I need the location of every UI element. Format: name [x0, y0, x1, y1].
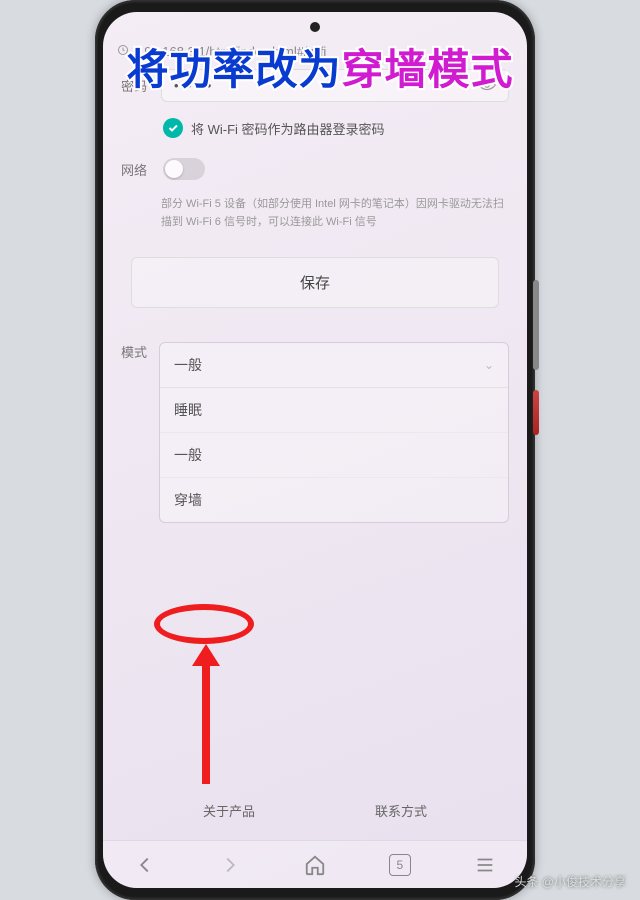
network-toggle[interactable] — [163, 158, 205, 180]
annotation-circle — [154, 604, 254, 644]
save-button[interactable]: 保存 — [131, 257, 499, 308]
chevron-down-icon: ⌄ — [484, 358, 494, 372]
tab-count-badge: 5 — [389, 854, 411, 876]
use-as-login-password-row[interactable]: 将 Wi-Fi 密码作为路由器登录密码 — [113, 108, 517, 148]
watermark: 头条 @小俊技术分享 — [514, 873, 626, 890]
contact-link[interactable]: 联系方式 — [375, 801, 427, 820]
power-button — [533, 390, 539, 435]
mode-selected-label: 一般 — [174, 355, 202, 375]
forward-button[interactable] — [219, 854, 241, 876]
phone-frame: 192.168.3.1/html/index.html#/wifi 密码 •••… — [95, 0, 535, 900]
network-label: 网络 — [121, 160, 151, 179]
power-mode-row: 模式 一般 ⌄ 睡眠 一般 穿墙 — [113, 338, 517, 527]
checkbox-label: 将 Wi-Fi 密码作为路由器登录密码 — [191, 119, 385, 138]
menu-button[interactable] — [474, 854, 496, 876]
tabs-button[interactable]: 5 — [389, 854, 411, 876]
save-button-label: 保存 — [300, 275, 330, 292]
page-content: 密码 •••••• 将 Wi-Fi 密码作为路由器登录密码 网络 部分 Wi- — [103, 63, 527, 888]
mode-option-normal[interactable]: 一般 — [160, 433, 508, 478]
annotation-arrow — [198, 644, 214, 784]
camera-notch — [310, 22, 320, 32]
mode-option-sleep[interactable]: 睡眠 — [160, 388, 508, 433]
mode-selected[interactable]: 一般 ⌄ — [160, 343, 508, 388]
overlay-title-part2: 穿墙模式 — [342, 46, 514, 93]
back-button[interactable] — [134, 854, 156, 876]
footer-links: 关于产品 联系方式 — [103, 789, 527, 832]
home-button[interactable] — [304, 854, 326, 876]
mode-label: 模式 — [121, 342, 151, 361]
wifi5-info-text: 部分 Wi-Fi 5 设备（如部分使用 Intel 网卡的笔记本）因网卡驱动无法… — [113, 190, 517, 247]
network-toggle-row: 网络 — [113, 148, 517, 190]
checkbox-checked-icon — [163, 118, 183, 138]
overlay-title: 将功率改为穿墙模式 — [126, 36, 513, 97]
mode-option-wall[interactable]: 穿墙 — [160, 478, 508, 522]
volume-button — [533, 280, 539, 370]
phone-screen: 192.168.3.1/html/index.html#/wifi 密码 •••… — [103, 12, 527, 888]
browser-nav-bar: 5 — [103, 840, 527, 888]
about-link[interactable]: 关于产品 — [203, 801, 255, 820]
overlay-title-part1: 将功率改为 — [126, 46, 341, 93]
mode-select[interactable]: 一般 ⌄ 睡眠 一般 穿墙 — [159, 342, 509, 523]
